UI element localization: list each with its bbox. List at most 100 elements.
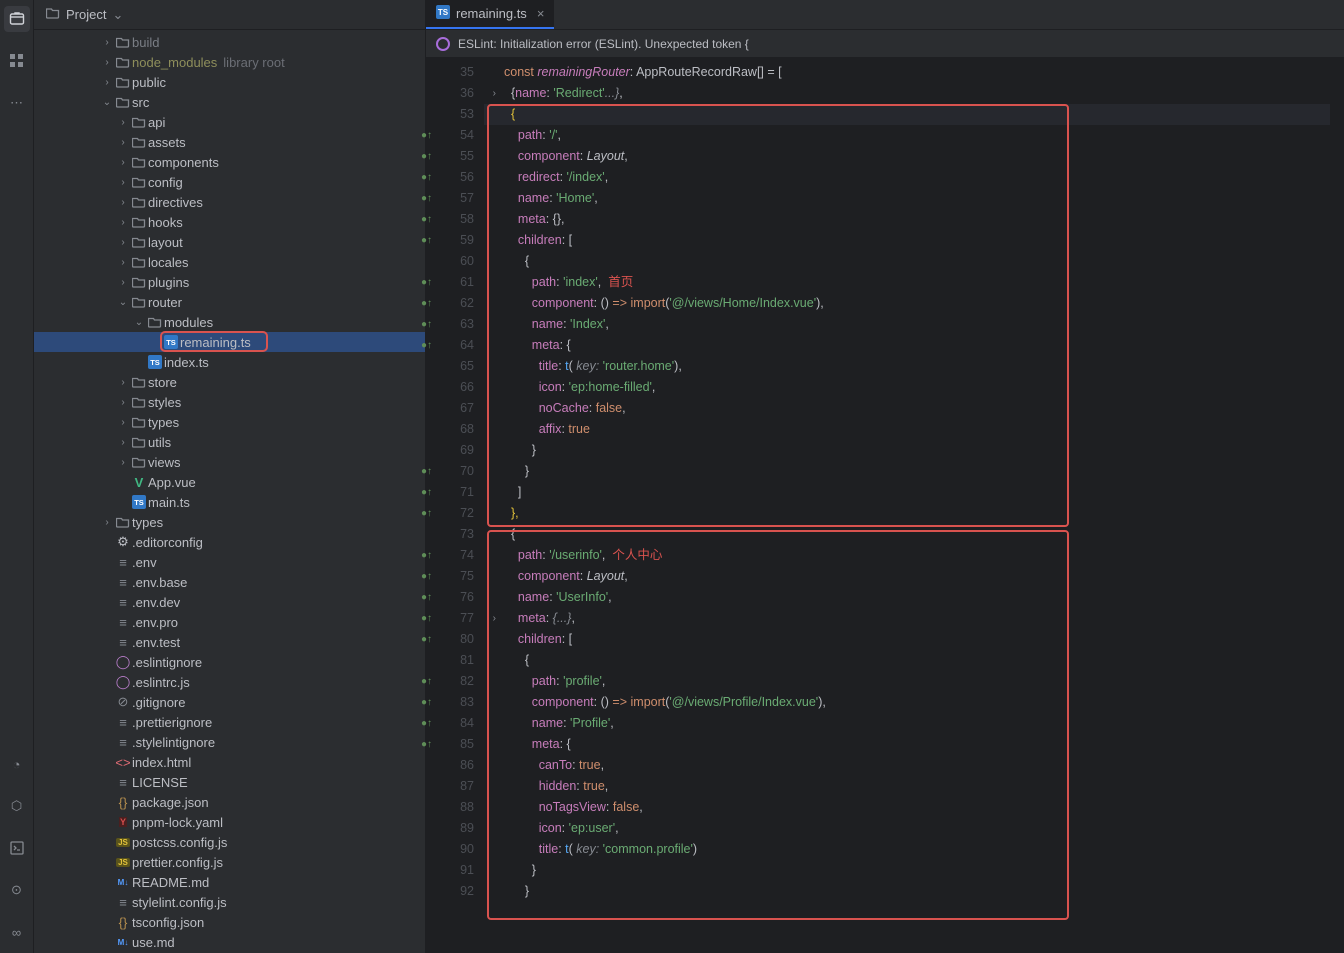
code-line[interactable]: component: Layout, [484, 146, 1330, 167]
tree-item-node-modules[interactable]: ›node_moduleslibrary root [34, 52, 425, 72]
code-line[interactable]: component: () => import('@/views/Home/In… [484, 293, 1330, 314]
code-line[interactable]: } [484, 881, 1330, 902]
code-line[interactable]: }, [484, 503, 1330, 524]
tree-item--env-test[interactable]: ≡.env.test [34, 632, 425, 652]
tree-item-prettier-config-js[interactable]: JSprettier.config.js [34, 852, 425, 872]
tree-item--eslintignore[interactable]: ◯.eslintignore [34, 652, 425, 672]
tree-item-directives[interactable]: ›directives [34, 192, 425, 212]
tree-item-use-md[interactable]: M↓use.md [34, 932, 425, 952]
tree-item-index-html[interactable]: <>index.html [34, 752, 425, 772]
tree-item--gitignore[interactable]: ⊘.gitignore [34, 692, 425, 712]
tree-item-types[interactable]: ›types [34, 412, 425, 432]
code-line[interactable]: path: 'index', 首页 [484, 272, 1330, 293]
code-line[interactable]: { [484, 650, 1330, 671]
code-line[interactable]: meta: { [484, 734, 1330, 755]
tree-item-api[interactable]: ›api [34, 112, 425, 132]
tree-item-build[interactable]: ›build [34, 32, 425, 52]
tree-item-src[interactable]: ⌄src [34, 92, 425, 112]
tab-remaining-ts[interactable]: TS remaining.ts × [426, 0, 554, 29]
tree-item-layout[interactable]: ›layout [34, 232, 425, 252]
tree-item-config[interactable]: ›config [34, 172, 425, 192]
code-line[interactable]: children: [ [484, 629, 1330, 650]
tree-item--env-pro[interactable]: ≡.env.pro [34, 612, 425, 632]
code-line[interactable]: { [484, 104, 1330, 125]
code-line[interactable]: name: 'UserInfo', [484, 587, 1330, 608]
code-line[interactable]: icon: 'ep:home-filled', [484, 377, 1330, 398]
code-line[interactable]: } [484, 860, 1330, 881]
tree-item-styles[interactable]: ›styles [34, 392, 425, 412]
tree-item--env-dev[interactable]: ≡.env.dev [34, 592, 425, 612]
tree-item-assets[interactable]: ›assets [34, 132, 425, 152]
tree-item-locales[interactable]: ›locales [34, 252, 425, 272]
vcs-tool-icon[interactable]: ∞ [4, 919, 30, 945]
code-line[interactable]: redirect: '/index', [484, 167, 1330, 188]
project-tool-icon[interactable] [4, 6, 30, 32]
code-line[interactable]: meta: {}, [484, 209, 1330, 230]
tree-item-hooks[interactable]: ›hooks [34, 212, 425, 232]
editor-body[interactable]: 3536›53●↑54●↑55●↑56●↑57●↑58●↑5960●↑61●↑6… [426, 58, 1344, 953]
code-line[interactable]: noCache: false, [484, 398, 1330, 419]
code-line[interactable]: path: 'profile', [484, 671, 1330, 692]
code-line[interactable]: meta: {...}, [484, 608, 1330, 629]
code-line[interactable]: meta: { [484, 335, 1330, 356]
tree-item-utils[interactable]: ›utils [34, 432, 425, 452]
tree-item-index-ts[interactable]: TSindex.ts [34, 352, 425, 372]
code-line[interactable]: noTagsView: false, [484, 797, 1330, 818]
lint-bar[interactable]: ESLint: Initialization error (ESLint). U… [426, 30, 1344, 58]
code-line[interactable]: name: 'Home', [484, 188, 1330, 209]
structure-tool-icon[interactable] [4, 48, 30, 74]
tree-item-tsconfig-json[interactable]: {}tsconfig.json [34, 912, 425, 932]
code-content[interactable]: const remainingRouter: AppRouteRecordRaw… [484, 58, 1330, 953]
tree-item-remaining-ts[interactable]: TSremaining.ts [34, 332, 425, 352]
code-line[interactable]: const remainingRouter: AppRouteRecordRaw… [484, 62, 1330, 83]
tree-item--prettierignore[interactable]: ≡.prettierignore [34, 712, 425, 732]
file-tree[interactable]: ›build›node_moduleslibrary root›public⌄s… [34, 30, 425, 953]
tree-item-app-vue[interactable]: VApp.vue [34, 472, 425, 492]
code-line[interactable]: canTo: true, [484, 755, 1330, 776]
tree-item-modules[interactable]: ⌄modules [34, 312, 425, 332]
tree-item-main-ts[interactable]: TSmain.ts [34, 492, 425, 512]
code-line[interactable]: component: () => import('@/views/Profile… [484, 692, 1330, 713]
code-line[interactable]: } [484, 461, 1330, 482]
tree-item-package-json[interactable]: {}package.json [34, 792, 425, 812]
code-line[interactable]: hidden: true, [484, 776, 1330, 797]
package-tool-icon[interactable]: ⬡ [4, 793, 30, 819]
code-line[interactable]: icon: 'ep:user', [484, 818, 1330, 839]
tree-item-public[interactable]: ›public [34, 72, 425, 92]
tree-item-views[interactable]: ›views [34, 452, 425, 472]
tree-item-license[interactable]: ≡LICENSE [34, 772, 425, 792]
tree-item-pnpm-lock-yaml[interactable]: Ypnpm-lock.yaml [34, 812, 425, 832]
tree-item-plugins[interactable]: ›plugins [34, 272, 425, 292]
sidebar-header[interactable]: Project ⌄ [34, 0, 425, 30]
problems-tool-icon[interactable]: ⊙ [4, 877, 30, 903]
tree-item--editorconfig[interactable]: ⚙.editorconfig [34, 532, 425, 552]
code-line[interactable]: children: [ [484, 230, 1330, 251]
tree-item-router[interactable]: ⌄router [34, 292, 425, 312]
code-line[interactable]: {name: 'Redirect'...}, [484, 83, 1330, 104]
tree-item--stylelintignore[interactable]: ≡.stylelintignore [34, 732, 425, 752]
code-line[interactable]: { [484, 251, 1330, 272]
code-line[interactable]: path: '/', [484, 125, 1330, 146]
code-line[interactable]: name: 'Index', [484, 314, 1330, 335]
code-line[interactable]: path: '/userinfo', 个人中心 [484, 545, 1330, 566]
code-line[interactable]: name: 'Profile', [484, 713, 1330, 734]
scrollbar[interactable] [1330, 58, 1344, 953]
code-line[interactable]: component: Layout, [484, 566, 1330, 587]
tree-item--env-base[interactable]: ≡.env.base [34, 572, 425, 592]
code-line[interactable]: title: t( key: 'router.home'), [484, 356, 1330, 377]
tree-item-stylelint-config-js[interactable]: ≡stylelint.config.js [34, 892, 425, 912]
tree-item-readme-md[interactable]: M↓README.md [34, 872, 425, 892]
tree-item--env[interactable]: ≡.env [34, 552, 425, 572]
code-line[interactable]: { [484, 524, 1330, 545]
code-line[interactable]: } [484, 440, 1330, 461]
tree-item-store[interactable]: ›store [34, 372, 425, 392]
tree-item-types[interactable]: ›types [34, 512, 425, 532]
tree-item-components[interactable]: ›components [34, 152, 425, 172]
clock-tool-icon[interactable]: ◔ [4, 751, 30, 777]
terminal-tool-icon[interactable] [4, 835, 30, 861]
code-line[interactable]: title: t( key: 'common.profile') [484, 839, 1330, 860]
code-line[interactable]: ] [484, 482, 1330, 503]
more-tool-icon[interactable]: ⋯ [4, 90, 30, 116]
code-line[interactable]: affix: true [484, 419, 1330, 440]
close-icon[interactable]: × [537, 6, 545, 21]
